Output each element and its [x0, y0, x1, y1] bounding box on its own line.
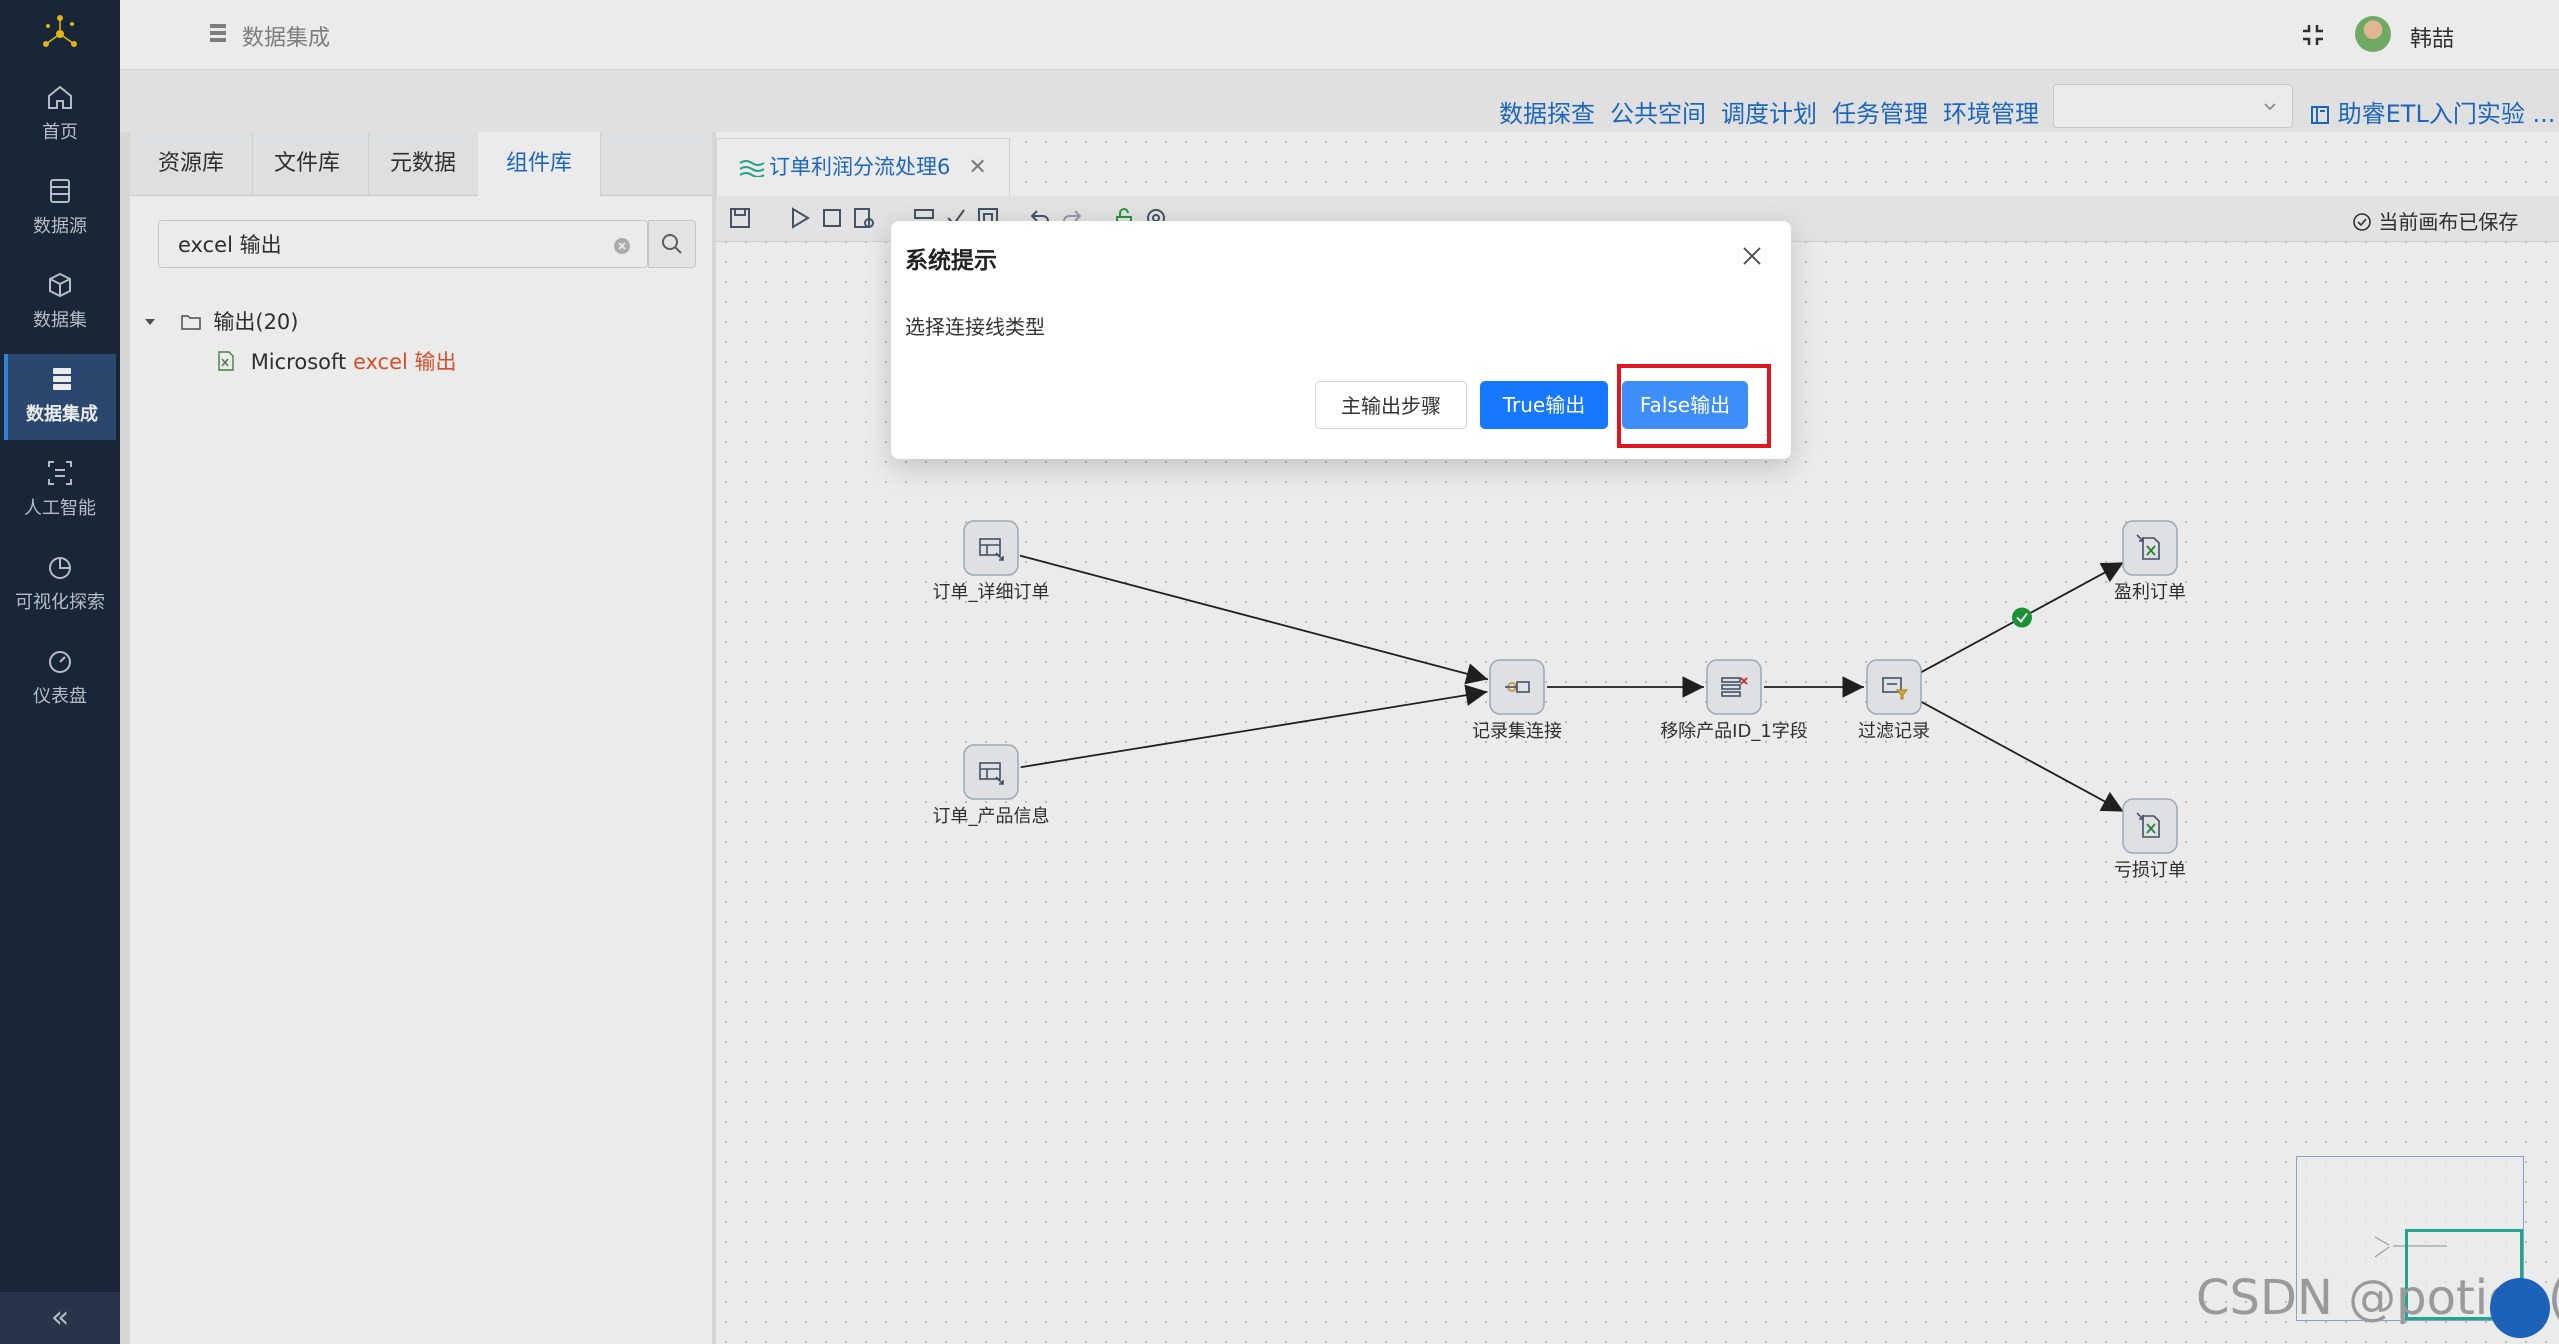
dialog-message: 选择连接线类型 — [905, 315, 1045, 339]
watermark-badge — [2490, 1278, 2550, 1338]
dialog-title: 系统提示 — [905, 248, 997, 274]
modal-overlay — [0, 0, 2559, 1344]
annotation-highlight-box — [1617, 364, 1771, 448]
true-output-button[interactable]: True输出 — [1480, 381, 1608, 429]
main-output-button[interactable]: 主输出步骤 — [1315, 381, 1467, 429]
close-icon[interactable] — [1739, 243, 1765, 269]
